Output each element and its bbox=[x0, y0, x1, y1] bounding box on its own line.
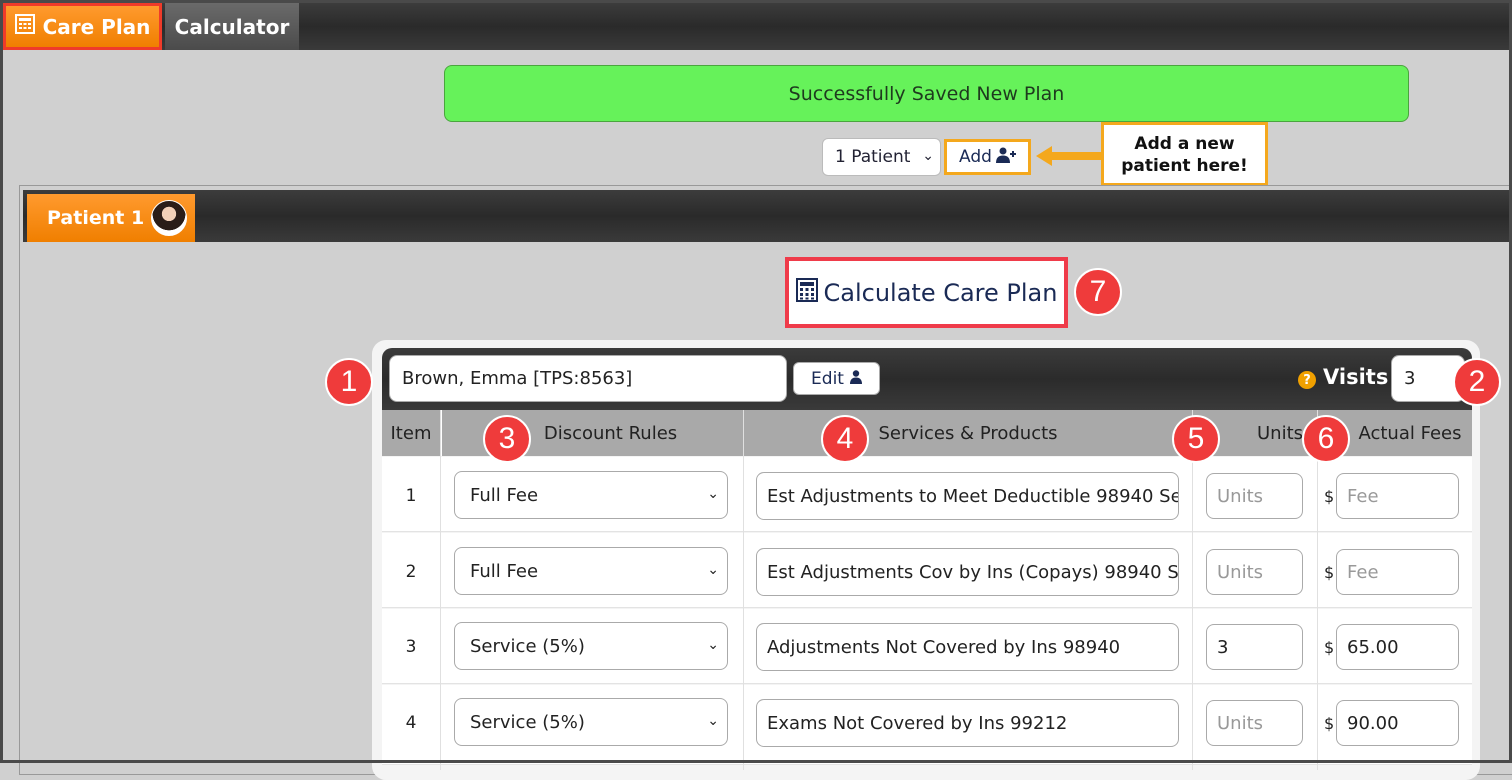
visits-value: 3 bbox=[1404, 368, 1416, 389]
row-item-number: 1 bbox=[405, 486, 417, 506]
patient-count-value: 1 Patient bbox=[835, 147, 911, 167]
callout-line-1: Add a new bbox=[1134, 134, 1235, 154]
service-value: Exams Not Covered by Ins 99212 bbox=[767, 712, 1068, 734]
help-icon[interactable]: ? bbox=[1298, 371, 1316, 389]
tab-care-plan[interactable]: Care Plan bbox=[3, 3, 162, 50]
column-divider bbox=[1317, 410, 1318, 770]
units-input[interactable]: Units bbox=[1206, 473, 1303, 519]
step-badge: 4 bbox=[821, 415, 869, 463]
step-badge: 2 bbox=[1453, 358, 1501, 406]
column-divider bbox=[440, 410, 441, 770]
row-item-number: 2 bbox=[405, 562, 417, 582]
chevron-down-icon: ⌄ bbox=[707, 562, 719, 578]
units-input[interactable]: Units bbox=[1206, 700, 1303, 746]
step-badge: 6 bbox=[1302, 415, 1350, 463]
patient-tab-label: Patient 1 bbox=[47, 207, 145, 229]
chevron-down-icon: ⌄ bbox=[707, 486, 719, 502]
currency-symbol: $ bbox=[1324, 638, 1335, 657]
column-divider bbox=[1192, 410, 1193, 770]
calculator-icon bbox=[795, 277, 818, 308]
user-icon bbox=[849, 369, 862, 389]
callout-line-2: patient here! bbox=[1121, 156, 1248, 176]
discount-rule-value: Service (5%) bbox=[470, 711, 585, 733]
service-field[interactable]: Est Adjustments Cov by Ins (Copays) 9894… bbox=[756, 548, 1179, 596]
row-item-number: 4 bbox=[405, 713, 417, 733]
service-value: Est Adjustments Cov by Ins (Copays) 9894… bbox=[767, 561, 1179, 583]
patient-count-select[interactable]: 1 Patient ⌄ bbox=[822, 138, 941, 176]
fee-input[interactable]: Fee bbox=[1336, 473, 1459, 519]
add-patient-callout: Add a new patient here! bbox=[1101, 122, 1268, 186]
tab-care-plan-label: Care Plan bbox=[42, 14, 151, 39]
units-input[interactable]: 3 bbox=[1206, 624, 1303, 670]
step-badge: 3 bbox=[483, 415, 531, 463]
service-field[interactable]: Exams Not Covered by Ins 99212 bbox=[756, 699, 1179, 747]
discount-rule-value: Service (5%) bbox=[470, 635, 585, 657]
calculate-care-plan-button[interactable]: Calculate Care Plan bbox=[785, 257, 1068, 328]
success-message: Successfully Saved New Plan bbox=[788, 82, 1065, 105]
visits-label: Visits bbox=[1323, 365, 1389, 389]
add-patient-label: Add bbox=[959, 147, 992, 167]
callout-arrow bbox=[1036, 146, 1104, 166]
currency-symbol: $ bbox=[1324, 714, 1335, 733]
row-item-number: 3 bbox=[405, 637, 417, 657]
service-field[interactable]: Adjustments Not Covered by Ins 98940 bbox=[756, 623, 1179, 671]
fee-input[interactable]: 65.00 bbox=[1336, 624, 1459, 670]
edit-patient-button[interactable]: Edit bbox=[793, 362, 880, 395]
discount-rule-select[interactable]: Service (5%) ⌄ bbox=[454, 622, 728, 670]
tab-calculator-label: Calculator bbox=[174, 14, 290, 39]
column-header-item: Item bbox=[390, 422, 432, 444]
service-field[interactable]: Est Adjustments to Meet Deductible 98940… bbox=[756, 472, 1179, 520]
step-badge: 1 bbox=[325, 358, 373, 406]
service-value: Est Adjustments to Meet Deductible 98940… bbox=[767, 485, 1179, 507]
discount-rule-select[interactable]: Full Fee ⌄ bbox=[454, 471, 728, 519]
patient-tab-bar bbox=[23, 190, 1512, 242]
column-header-services: Services & Products bbox=[743, 410, 1192, 456]
success-alert: Successfully Saved New Plan bbox=[444, 65, 1409, 122]
currency-symbol: $ bbox=[1324, 563, 1335, 582]
chevron-down-icon: ⌄ bbox=[922, 148, 934, 164]
tab-calculator[interactable]: Calculator bbox=[165, 3, 299, 50]
service-value: Adjustments Not Covered by Ins 98940 bbox=[767, 636, 1121, 658]
discount-rule-value: Full Fee bbox=[470, 484, 539, 506]
patient-name-value: Brown, Emma [TPS:8563] bbox=[402, 368, 633, 389]
currency-symbol: $ bbox=[1324, 487, 1335, 506]
avatar bbox=[151, 200, 187, 236]
discount-rule-select[interactable]: Service (5%) ⌄ bbox=[454, 698, 728, 746]
units-input[interactable]: Units bbox=[1206, 549, 1303, 595]
chevron-down-icon: ⌄ bbox=[707, 713, 719, 729]
discount-rule-value: Full Fee bbox=[470, 560, 539, 582]
calculator-icon bbox=[14, 14, 35, 39]
patient-name-field[interactable]: Brown, Emma [TPS:8563] bbox=[389, 355, 787, 402]
calculate-care-plan-label: Calculate Care Plan bbox=[823, 278, 1058, 307]
edit-patient-label: Edit bbox=[811, 368, 844, 389]
step-badge: 5 bbox=[1172, 415, 1220, 463]
fee-input[interactable]: Fee bbox=[1336, 549, 1459, 595]
user-plus-icon bbox=[995, 147, 1016, 168]
column-divider bbox=[743, 410, 744, 770]
chevron-down-icon: ⌄ bbox=[707, 637, 719, 653]
add-patient-button[interactable]: Add bbox=[944, 139, 1031, 175]
tab-patient-1[interactable]: Patient 1 bbox=[27, 194, 195, 242]
step-badge: 7 bbox=[1074, 268, 1122, 316]
fee-input[interactable]: 90.00 bbox=[1336, 700, 1459, 746]
discount-rule-select[interactable]: Full Fee ⌄ bbox=[454, 547, 728, 595]
